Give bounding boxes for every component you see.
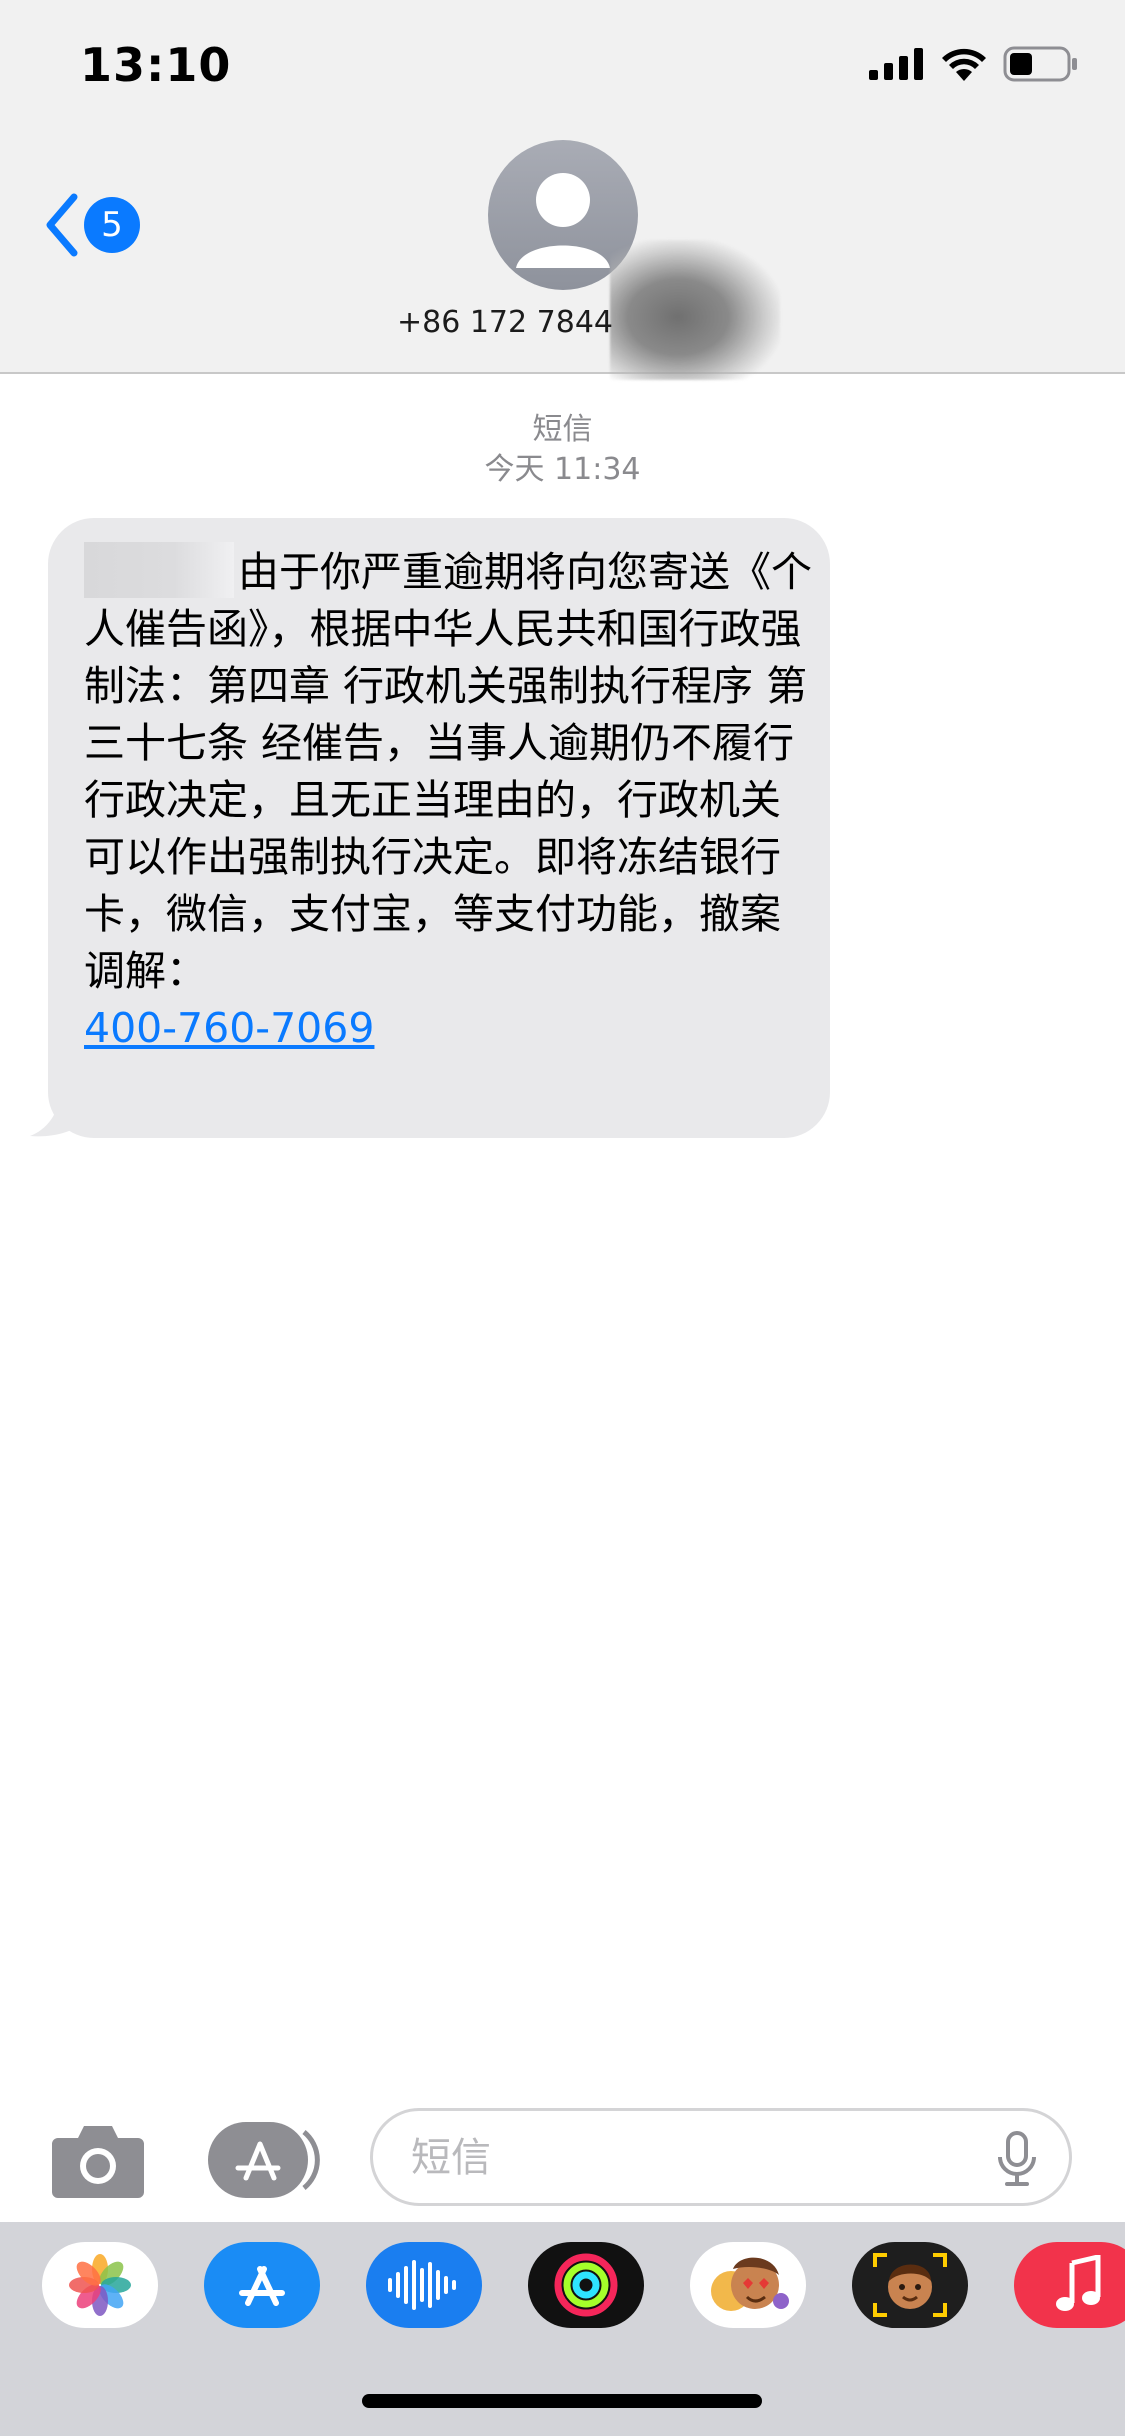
photos-icon xyxy=(69,2254,131,2316)
contact-name[interactable]: +86 172 7844 xyxy=(0,305,1010,340)
message-timestamp: 今天 11:34 xyxy=(484,452,641,487)
app-memoji[interactable] xyxy=(852,2242,968,2328)
app-store-button[interactable] xyxy=(208,2122,320,2198)
cellular-signal-icon xyxy=(869,48,923,80)
message-text: 由于你严重逾期将向您寄送《个人催告函》，根据中华人民共和国行政强制法：第四章 行… xyxy=(84,548,812,995)
activity-icon xyxy=(554,2253,618,2317)
app-activity[interactable] xyxy=(528,2242,644,2328)
home-indicator[interactable] xyxy=(362,2394,762,2408)
app-memoji-stickers[interactable] xyxy=(690,2242,806,2328)
back-chevron-icon xyxy=(46,193,78,257)
status-icons xyxy=(869,46,1079,82)
wifi-icon xyxy=(942,48,986,81)
input-bar xyxy=(0,2100,1125,2220)
camera-icon xyxy=(52,2126,144,2198)
app-audio-message[interactable] xyxy=(366,2242,482,2328)
redacted-text-block xyxy=(84,542,234,598)
microphone-icon xyxy=(998,2131,1036,2186)
status-bar: 13:10 xyxy=(0,0,1125,140)
battery-icon xyxy=(1003,46,1077,82)
incoming-message-bubble[interactable]: 由于你严重逾期将向您寄送《个人催告函》，根据中华人民共和国行政强制法：第四章 行… xyxy=(48,518,830,1138)
message-field[interactable] xyxy=(370,2108,1072,2206)
memoji-stickers-icon xyxy=(711,2257,789,2311)
music-icon xyxy=(1056,2255,1101,2311)
message-meta: 短信 今天 11:34 xyxy=(0,410,1125,490)
back-button[interactable]: 5 xyxy=(44,180,140,270)
conversation-header: 5 +86 172 7844 xyxy=(0,140,1125,380)
app-store-icon xyxy=(208,2122,320,2198)
app-music[interactable] xyxy=(1014,2242,1125,2328)
audio-message-icon xyxy=(388,2260,456,2310)
status-time: 13:10 xyxy=(80,38,232,92)
camera-button[interactable] xyxy=(52,2122,144,2198)
unread-count-badge: 5 xyxy=(84,197,140,253)
phone-number-link[interactable]: 400-760-7069 xyxy=(84,1004,374,1052)
app-store[interactable] xyxy=(204,2242,320,2328)
app-photos[interactable] xyxy=(42,2242,158,2328)
app-store-icon xyxy=(239,2266,285,2306)
dictation-button[interactable] xyxy=(995,2131,1039,2187)
message-input[interactable] xyxy=(409,2129,973,2187)
service-label: 短信 xyxy=(532,412,593,447)
message-text-container: 由于你严重逾期将向您寄送《个人催告函》，根据中华人民共和国行政强制法：第四章 行… xyxy=(84,542,814,1057)
memoji-icon xyxy=(873,2253,947,2317)
